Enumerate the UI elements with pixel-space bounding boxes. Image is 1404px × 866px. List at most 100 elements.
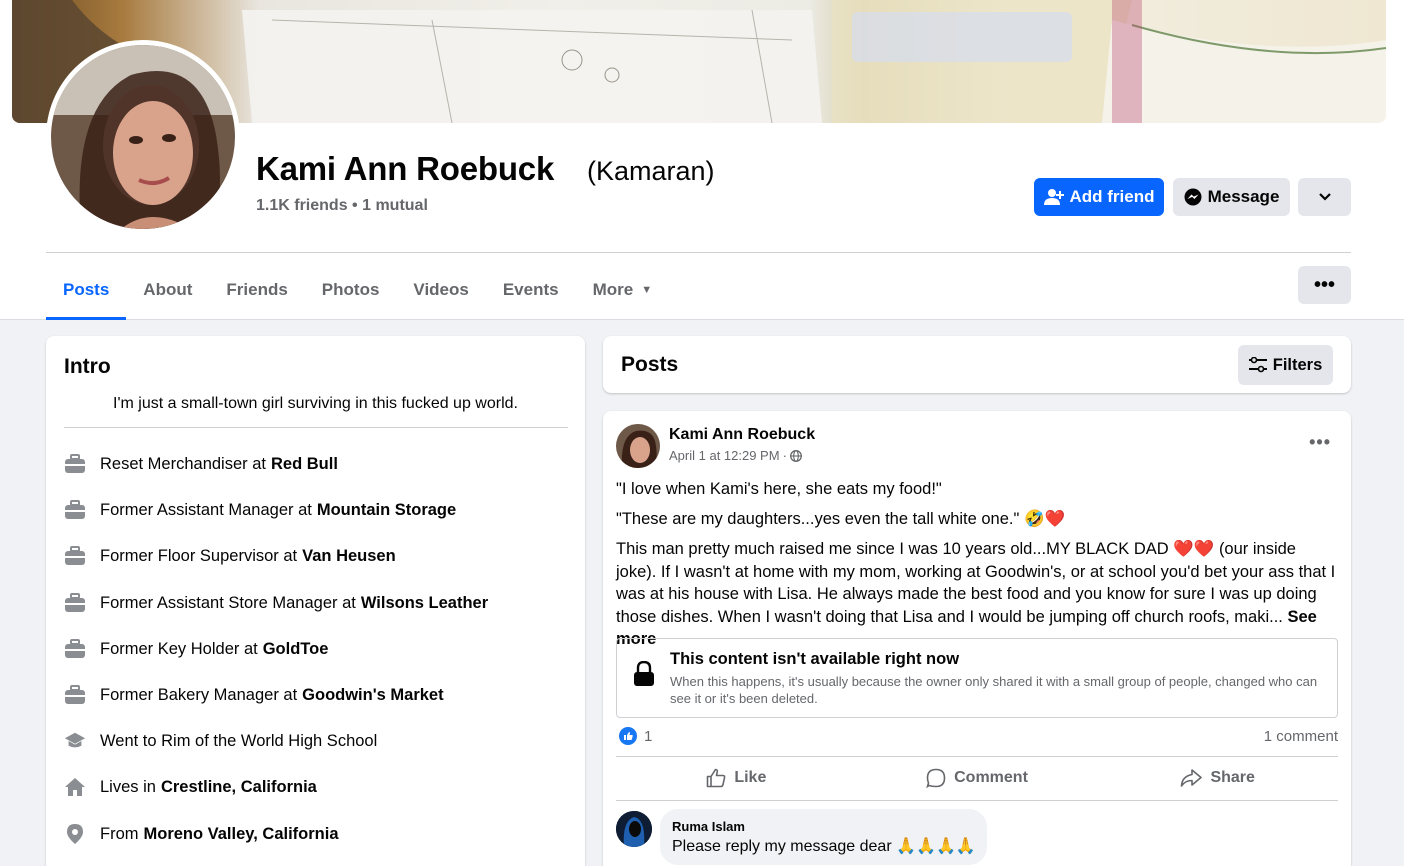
- post-timestamp[interactable]: April 1 at 12:29 PM: [669, 448, 780, 463]
- profile-tabs: Posts About Friends Photos Videos Events…: [46, 262, 669, 320]
- message-button[interactable]: Message: [1173, 178, 1290, 216]
- post-actions: Like Comment Share: [616, 758, 1338, 798]
- like-label: Like: [734, 769, 767, 786]
- actions-divider-bottom: [616, 800, 1338, 801]
- like-reaction-icon[interactable]: [619, 727, 637, 745]
- emoji-praying-hands: 🙏🙏🙏🙏: [896, 838, 976, 855]
- mutual-friends-link[interactable]: 1 mutual: [362, 197, 428, 214]
- intro-item-link[interactable]: Wilsons Leather: [361, 594, 488, 613]
- intro-item-text: Former Key Holder at: [100, 639, 258, 658]
- comment-bubble: Ruma Islam Please reply my message dear …: [660, 809, 987, 865]
- share-arrow-icon: [1181, 769, 1203, 787]
- share-button[interactable]: Share: [1097, 758, 1338, 798]
- intro-item-work: Former Key Holder at GoldToe: [64, 637, 328, 661]
- briefcase-icon: [64, 684, 86, 706]
- profile-avatar[interactable]: [46, 40, 240, 234]
- post-author-avatar[interactable]: [616, 424, 660, 468]
- home-icon: [64, 776, 86, 798]
- commenter-avatar[interactable]: [616, 811, 652, 847]
- intro-item-work: Former Floor Supervisor at Van Heusen: [64, 544, 396, 568]
- filters-icon: [1248, 357, 1267, 373]
- post-paragraph-text: This man pretty much raised me since I w…: [616, 540, 1169, 558]
- tab-videos[interactable]: Videos: [396, 262, 485, 318]
- tab-more[interactable]: More ▼: [576, 262, 670, 318]
- tab-posts[interactable]: Posts: [46, 262, 127, 320]
- like-button[interactable]: Like: [616, 758, 857, 798]
- intro-item-text: Former Assistant Store Manager at: [100, 593, 356, 612]
- comment-label: Comment: [954, 769, 1028, 786]
- intro-item-text: From: [100, 824, 139, 843]
- intro-item-link[interactable]: GoldToe: [263, 640, 329, 659]
- tab-label: About: [143, 280, 193, 299]
- friends-summary: 1.1K friends • 1 mutual: [256, 197, 428, 215]
- post-author-name[interactable]: Kami Ann Roebuck: [669, 426, 815, 444]
- tab-photos[interactable]: Photos: [305, 262, 397, 318]
- friends-count-link[interactable]: 1.1K friends: [256, 197, 348, 214]
- tab-friends[interactable]: Friends: [209, 262, 304, 318]
- add-friend-label: Add friend: [1069, 187, 1155, 206]
- unavailable-content-box: This content isn't available right now W…: [616, 638, 1338, 718]
- actions-divider-top: [616, 756, 1338, 757]
- tab-label: Events: [502, 280, 559, 299]
- comment-text: Please reply my message dear 🙏🙏🙏🙏: [672, 836, 976, 856]
- filters-label: Filters: [1272, 355, 1323, 374]
- tab-label: Friends: [226, 280, 288, 299]
- header-divider: [46, 252, 1351, 253]
- intro-item-link[interactable]: Van Heusen: [302, 547, 396, 566]
- profile-name: Kami Ann Roebuck: [256, 150, 555, 187]
- reactions-bar: 1 1 comment: [616, 726, 1338, 748]
- intro-item-text: Lives in: [100, 777, 156, 796]
- add-person-icon: [1043, 189, 1064, 205]
- ellipsis-icon: •••: [1313, 273, 1335, 296]
- intro-item-work: Reset Merchandiser at Red Bull: [64, 452, 338, 476]
- emoji-laugh-heart: 🤣❤️: [1023, 510, 1066, 528]
- intro-item-link[interactable]: Red Bull: [271, 455, 338, 474]
- more-actions-button[interactable]: [1298, 178, 1351, 216]
- comment-button[interactable]: Comment: [857, 758, 1098, 798]
- post-card: Kami Ann Roebuck April 1 at 12:29 PM · •…: [603, 411, 1351, 866]
- share-label: Share: [1210, 769, 1255, 786]
- comment-author[interactable]: Ruma Islam: [672, 819, 745, 834]
- thumbs-up-icon: [707, 768, 726, 788]
- comment-text-body: Please reply my message dear: [672, 838, 892, 855]
- filters-button[interactable]: Filters: [1238, 345, 1333, 385]
- intro-item-link[interactable]: Crestline, California: [161, 778, 317, 797]
- tab-events[interactable]: Events: [486, 262, 576, 318]
- comment-count[interactable]: 1 comment: [1264, 728, 1338, 745]
- caret-down-icon: ▼: [641, 284, 653, 296]
- intro-title: Intro: [64, 355, 111, 378]
- profile-alternate-name: (Kamaran): [587, 156, 715, 186]
- lock-icon: [634, 661, 654, 686]
- graduation-cap-icon: [64, 730, 86, 752]
- intro-item-link[interactable]: Goodwin's Market: [302, 686, 443, 705]
- tab-about[interactable]: About: [126, 262, 209, 318]
- briefcase-icon: [64, 638, 86, 660]
- reaction-count[interactable]: 1: [644, 728, 652, 745]
- tab-label: Photos: [321, 280, 380, 299]
- tab-label: Posts: [63, 280, 110, 299]
- intro-item-text: Former Bakery Manager at: [100, 685, 298, 704]
- intro-item-text: Went to Rim of the World High School: [100, 731, 378, 750]
- bullet-separator: •: [352, 197, 363, 214]
- add-friend-button[interactable]: Add friend: [1034, 178, 1164, 216]
- post-options-button[interactable]: •••: [1309, 432, 1331, 453]
- profile-options-button[interactable]: •••: [1298, 266, 1351, 304]
- briefcase-icon: [64, 592, 86, 614]
- post-paragraph: "These are my daughters...yes even the t…: [616, 508, 1338, 531]
- intro-item-from: From Moreno Valley, California: [64, 822, 339, 846]
- post-paragraph: This man pretty much raised me since I w…: [616, 538, 1338, 651]
- intro-item-link[interactable]: Moreno Valley, California: [144, 825, 339, 844]
- tab-label: Videos: [413, 280, 469, 299]
- briefcase-icon: [64, 545, 86, 567]
- intro-bio: I'm just a small-town girl surviving in …: [113, 395, 518, 412]
- intro-item-lives: Lives in Crestline, California: [64, 775, 317, 799]
- emoji-hearts: ❤️❤️: [1173, 540, 1215, 558]
- message-label: Message: [1207, 187, 1280, 206]
- posts-section-title: Posts: [621, 353, 679, 376]
- messenger-icon: [1184, 188, 1202, 206]
- meta-separator: ·: [782, 448, 787, 463]
- intro-item-work: Former Assistant Manager at Mountain Sto…: [64, 498, 456, 522]
- briefcase-icon: [64, 499, 86, 521]
- intro-item-link[interactable]: Mountain Storage: [317, 501, 456, 520]
- unavailable-title: This content isn't available right now: [670, 650, 960, 668]
